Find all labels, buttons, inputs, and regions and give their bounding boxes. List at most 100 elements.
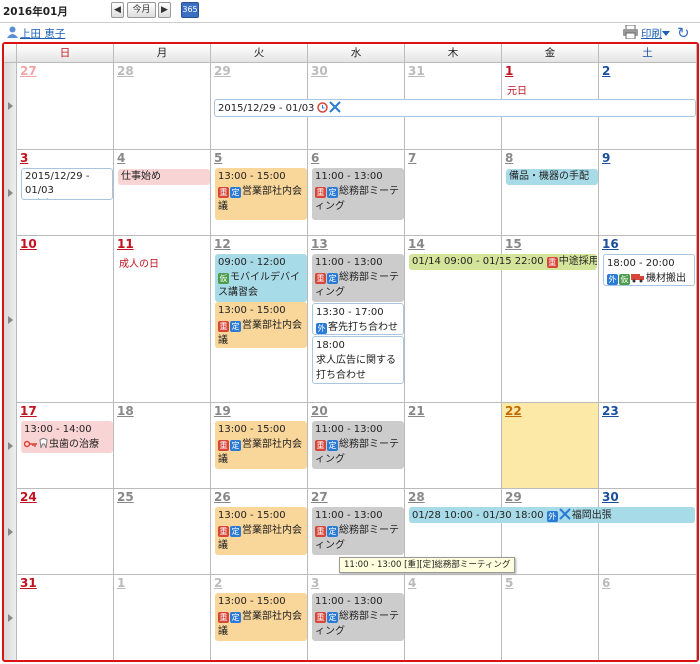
- next-month-button[interactable]: ▶: [158, 2, 171, 18]
- day-number[interactable]: 14: [408, 237, 425, 251]
- day-cell[interactable]: 3 2015/12/29 - 01/03: [17, 150, 114, 236]
- week-gutter[interactable]: [4, 403, 17, 489]
- day-number[interactable]: 21: [408, 404, 425, 418]
- event-item[interactable]: 13:00 - 15:00 重定営業部社内会議: [215, 302, 307, 348]
- day-number[interactable]: 23: [602, 404, 619, 418]
- day-number[interactable]: 18: [117, 404, 134, 418]
- day-cell[interactable]: 30: [599, 489, 697, 575]
- year-view-button[interactable]: 365: [181, 2, 199, 18]
- day-cell[interactable]: 7: [405, 150, 502, 236]
- day-cell[interactable]: 8 備品・機器の手配: [502, 150, 599, 236]
- week-gutter[interactable]: [4, 150, 17, 236]
- day-cell[interactable]: 21: [405, 403, 502, 489]
- day-number[interactable]: 17: [20, 404, 37, 418]
- today-cell[interactable]: 22: [502, 403, 599, 489]
- day-number[interactable]: 28: [408, 490, 425, 504]
- day-number[interactable]: 12: [214, 237, 231, 251]
- printer-icon[interactable]: [623, 25, 638, 39]
- this-month-button[interactable]: 今月: [127, 2, 156, 18]
- week-gutter[interactable]: [4, 236, 17, 403]
- day-cell[interactable]: 6: [599, 575, 697, 660]
- event-item[interactable]: 11:00 - 13:00 重定総務部ミーティング: [312, 168, 404, 220]
- day-number[interactable]: 25: [117, 490, 134, 504]
- day-number[interactable]: 3: [20, 151, 28, 165]
- day-number[interactable]: 1: [117, 576, 125, 590]
- day-cell[interactable]: 2 13:00 - 15:00 重定営業部社内会議: [211, 575, 308, 660]
- day-number[interactable]: 4: [117, 151, 125, 165]
- day-cell[interactable]: 5 13:00 - 15:00 重定営業部社内会議: [211, 150, 308, 236]
- day-number[interactable]: 5: [505, 576, 513, 590]
- day-number[interactable]: 27: [20, 64, 37, 78]
- day-number[interactable]: 9: [602, 151, 610, 165]
- day-cell[interactable]: 16 18:00 - 20:00 外仮 機材搬出: [599, 236, 697, 403]
- day-cell[interactable]: 24: [17, 489, 114, 575]
- day-number[interactable]: 6: [602, 576, 610, 590]
- day-number[interactable]: 22: [505, 404, 522, 418]
- event-item[interactable]: 13:00 - 15:00 重定営業部社内会議: [215, 421, 307, 469]
- day-cell[interactable]: 27: [17, 63, 114, 150]
- day-number[interactable]: 16: [602, 237, 619, 251]
- day-cell[interactable]: 3 11:00 - 13:00 重定総務部ミーティング: [308, 575, 405, 660]
- day-number[interactable]: 13: [311, 237, 328, 251]
- day-cell[interactable]: 31: [17, 575, 114, 660]
- day-number[interactable]: 3: [311, 576, 319, 590]
- week-gutter[interactable]: [4, 575, 17, 660]
- day-cell[interactable]: 12 09:00 - 12:00 仮モバイルデバイス講習会 13:00 - 15:…: [211, 236, 308, 403]
- day-number[interactable]: 27: [311, 490, 328, 504]
- day-number[interactable]: 28: [117, 64, 134, 78]
- event-item[interactable]: 13:00 - 15:00 重定営業部社内会議: [215, 507, 307, 555]
- day-cell[interactable]: 25: [114, 489, 211, 575]
- event-span[interactable]: 2015/12/29 - 01/03: [214, 99, 696, 117]
- day-number[interactable]: 11: [117, 237, 134, 251]
- day-cell[interactable]: 10: [17, 236, 114, 403]
- event-item[interactable]: 11:00 - 13:00 重定総務部ミーティング: [312, 421, 404, 469]
- event-item[interactable]: 11:00 - 13:00 重定総務部ミーティング: [312, 507, 404, 555]
- prev-month-button[interactable]: ◀: [111, 2, 124, 18]
- day-cell[interactable]: 4 仕事始め: [114, 150, 211, 236]
- event-span[interactable]: 01/28 10:00 - 01/30 18:00 外 福岡出張: [409, 507, 695, 523]
- day-cell[interactable]: 11 成人の日: [114, 236, 211, 403]
- day-cell[interactable]: 4: [405, 575, 502, 660]
- event-span[interactable]: 01/14 09:00 - 01/15 22:00 重中途採用...: [409, 254, 597, 270]
- day-cell[interactable]: 18: [114, 403, 211, 489]
- day-cell[interactable]: 23: [599, 403, 697, 489]
- day-number[interactable]: 20: [311, 404, 328, 418]
- week-gutter[interactable]: [4, 489, 17, 575]
- day-number[interactable]: 1: [505, 64, 513, 78]
- event-item[interactable]: 18:00 - 20:00 外仮 機材搬出: [603, 254, 695, 286]
- day-number[interactable]: 2: [214, 576, 222, 590]
- day-number[interactable]: 19: [214, 404, 231, 418]
- day-number[interactable]: 30: [311, 64, 328, 78]
- day-number[interactable]: 2: [602, 64, 610, 78]
- day-number[interactable]: 7: [408, 151, 416, 165]
- chevron-down-icon[interactable]: [662, 31, 670, 36]
- day-cell[interactable]: 26 13:00 - 15:00 重定営業部社内会議: [211, 489, 308, 575]
- day-cell[interactable]: 1: [114, 575, 211, 660]
- day-number[interactable]: 8: [505, 151, 513, 165]
- day-number[interactable]: 31: [408, 64, 425, 78]
- day-cell[interactable]: 20 11:00 - 13:00 重定総務部ミーティング: [308, 403, 405, 489]
- event-span[interactable]: 2015/12/29 - 01/03: [21, 168, 113, 200]
- day-cell[interactable]: 5: [502, 575, 599, 660]
- event-item[interactable]: 13:00 - 15:00 重定営業部社内会議: [215, 168, 307, 220]
- day-number[interactable]: 29: [214, 64, 231, 78]
- print-link[interactable]: 印刷: [641, 26, 662, 41]
- day-cell[interactable]: 9: [599, 150, 697, 236]
- refresh-icon[interactable]: ↻: [677, 24, 690, 42]
- day-number[interactable]: 15: [505, 237, 522, 251]
- day-cell[interactable]: 19 13:00 - 15:00 重定営業部社内会議: [211, 403, 308, 489]
- event-item[interactable]: 備品・機器の手配: [506, 169, 598, 185]
- user-name-link[interactable]: 上田 恵子: [20, 26, 65, 41]
- day-number[interactable]: 26: [214, 490, 231, 504]
- day-number[interactable]: 4: [408, 576, 416, 590]
- event-item[interactable]: 13:00 - 14:00 虫歯の治療: [21, 421, 113, 453]
- day-number[interactable]: 29: [505, 490, 522, 504]
- day-number[interactable]: 5: [214, 151, 222, 165]
- day-cell[interactable]: 17 13:00 - 14:00 虫歯の治療: [17, 403, 114, 489]
- day-cell[interactable]: 29: [502, 489, 599, 575]
- event-item[interactable]: 13:00 - 15:00 重定営業部社内会議: [215, 593, 307, 641]
- day-number[interactable]: 31: [20, 576, 37, 590]
- event-item[interactable]: 11:00 - 13:00 重定総務部ミーティング: [312, 254, 404, 302]
- week-gutter[interactable]: [4, 63, 17, 150]
- event-item[interactable]: 09:00 - 12:00 仮モバイルデバイス講習会: [215, 254, 307, 302]
